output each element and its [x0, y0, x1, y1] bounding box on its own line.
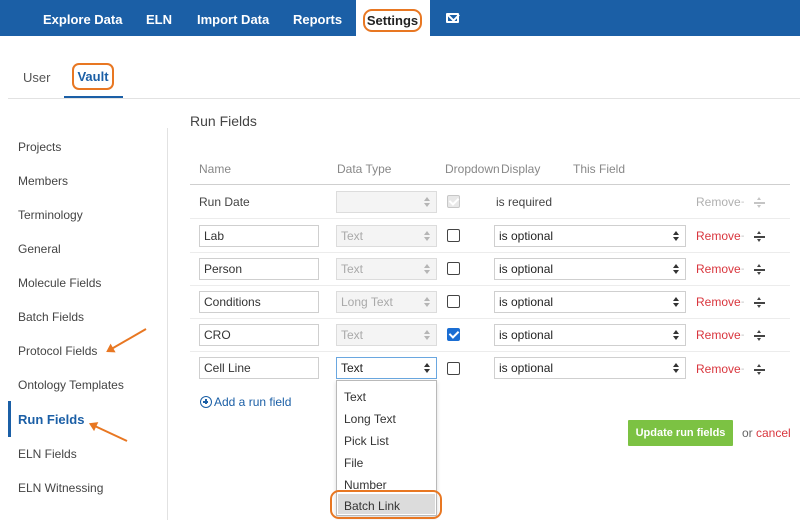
separator: - — [741, 330, 745, 341]
select-arrows-icon — [424, 297, 430, 307]
nav-eln[interactable]: ELN — [146, 0, 172, 36]
sidebar-item-molecule-fields[interactable]: Molecule Fields — [18, 276, 101, 290]
reorder-handle-icon[interactable] — [754, 330, 765, 341]
dropdown-checkbox[interactable] — [447, 262, 460, 275]
select-arrows-icon — [673, 297, 679, 307]
sidebar-item-batch-fields[interactable]: Batch Fields — [18, 310, 84, 324]
option-long-text[interactable]: Long Text — [344, 412, 396, 426]
data-type-select-open[interactable]: Text — [336, 357, 437, 379]
display-select[interactable]: is optional — [494, 291, 686, 313]
column-header-dropdown: Dropdown — [445, 162, 500, 176]
reorder-handle-icon — [754, 197, 765, 208]
option-file[interactable]: File — [344, 456, 363, 470]
remove-link[interactable]: Remove — [696, 262, 741, 276]
run-date-label: Run Date — [199, 195, 250, 209]
select-arrows-icon — [424, 197, 430, 207]
reorder-handle-icon[interactable] — [754, 364, 765, 375]
envelope-icon[interactable] — [446, 13, 459, 23]
column-header-data-type: Data Type — [337, 162, 392, 176]
dropdown-checkbox[interactable] — [447, 295, 460, 308]
data-type-select[interactable]: Long Text — [336, 291, 437, 313]
plus-circle-icon — [200, 396, 212, 408]
remove-link[interactable]: Remove — [696, 362, 741, 376]
page-title: Run Fields — [190, 113, 257, 129]
select-arrows-icon — [424, 330, 430, 340]
field-name-input[interactable]: Person — [199, 258, 319, 280]
option-pick-list[interactable]: Pick List — [344, 434, 389, 448]
remove-link-disabled: Remove — [696, 195, 741, 209]
top-navigation-bar: Explore Data ELN Import Data Reports Set… — [0, 0, 800, 36]
display-select[interactable]: is optional — [494, 258, 686, 280]
remove-link[interactable]: Remove — [696, 229, 741, 243]
sidebar-item-terminology[interactable]: Terminology — [18, 208, 83, 222]
dropdown-checkbox-checked[interactable] — [447, 328, 460, 341]
nav-import-data[interactable]: Import Data — [197, 0, 269, 36]
sidebar-item-protocol-fields[interactable]: Protocol Fields — [18, 344, 97, 358]
nav-explore-data[interactable]: Explore Data — [43, 0, 122, 36]
dropdown-checkbox-disabled — [447, 195, 460, 208]
or-text: or — [742, 426, 753, 440]
row-divider — [190, 285, 790, 286]
display-select[interactable]: is optional — [494, 225, 686, 247]
row-divider — [190, 252, 790, 253]
tab-user[interactable]: User — [23, 70, 50, 85]
field-name-input[interactable]: Conditions — [199, 291, 319, 313]
row-divider — [190, 218, 790, 219]
separator: - — [741, 297, 745, 308]
update-run-fields-button[interactable]: Update run fields — [628, 420, 733, 446]
dropdown-checkbox[interactable] — [447, 362, 460, 375]
field-name-input[interactable]: Lab — [199, 225, 319, 247]
sidebar-active-indicator — [8, 401, 11, 437]
display-required-text: is required — [496, 195, 553, 209]
sidebar-item-projects[interactable]: Projects — [18, 140, 61, 154]
dropdown-checkbox[interactable] — [447, 229, 460, 242]
select-arrows-icon — [424, 231, 430, 241]
add-run-field-link[interactable]: Add a run field — [200, 395, 291, 409]
field-name-input[interactable]: CRO — [199, 324, 319, 346]
sidebar-item-members[interactable]: Members — [18, 174, 68, 188]
separator: - — [741, 264, 745, 275]
nav-settings[interactable]: Settings — [363, 9, 422, 32]
separator: - — [741, 364, 745, 375]
row-divider — [190, 318, 790, 319]
data-type-select[interactable]: Text — [336, 324, 437, 346]
column-header-this-field: This Field — [573, 162, 626, 176]
row-divider — [190, 351, 790, 352]
select-arrows-icon — [673, 363, 679, 373]
select-arrows-icon — [673, 264, 679, 274]
remove-link[interactable]: Remove — [696, 295, 741, 309]
display-select[interactable]: is optional — [494, 324, 686, 346]
reorder-handle-icon[interactable] — [754, 264, 765, 275]
cancel-link[interactable]: cancel — [756, 426, 791, 440]
tab-vault[interactable]: Vault — [72, 63, 114, 90]
sidebar-item-general[interactable]: General — [18, 242, 61, 256]
reorder-handle-icon[interactable] — [754, 231, 765, 242]
option-text[interactable]: Text — [344, 390, 366, 404]
column-header-name: Name — [199, 162, 232, 176]
data-type-select[interactable]: Text — [336, 258, 437, 280]
nav-reports[interactable]: Reports — [293, 0, 342, 36]
sidebar-item-run-fields[interactable]: Run Fields — [18, 412, 84, 427]
reorder-handle-icon[interactable] — [754, 297, 765, 308]
field-name-input[interactable]: Cell Line — [199, 357, 319, 379]
select-arrows-icon — [424, 363, 430, 373]
sidebar-item-eln-witnessing[interactable]: ELN Witnessing — [18, 481, 103, 495]
display-select[interactable]: is optional — [494, 357, 686, 379]
remove-link[interactable]: Remove — [696, 328, 741, 342]
sidebar-item-ontology-templates[interactable]: Ontology Templates — [18, 378, 124, 392]
select-arrows-icon — [673, 231, 679, 241]
data-type-select-disabled — [336, 191, 437, 213]
separator: - — [741, 197, 745, 208]
data-type-select[interactable]: Text — [336, 225, 437, 247]
annotation-highlight-ring — [330, 490, 442, 519]
select-arrows-icon — [424, 264, 430, 274]
separator: - — [741, 231, 745, 242]
column-header-display: Display — [501, 162, 541, 176]
table-header-divider — [190, 184, 790, 185]
subtab-divider — [8, 98, 800, 99]
select-arrows-icon — [673, 330, 679, 340]
sidebar-item-eln-fields[interactable]: ELN Fields — [18, 447, 77, 461]
